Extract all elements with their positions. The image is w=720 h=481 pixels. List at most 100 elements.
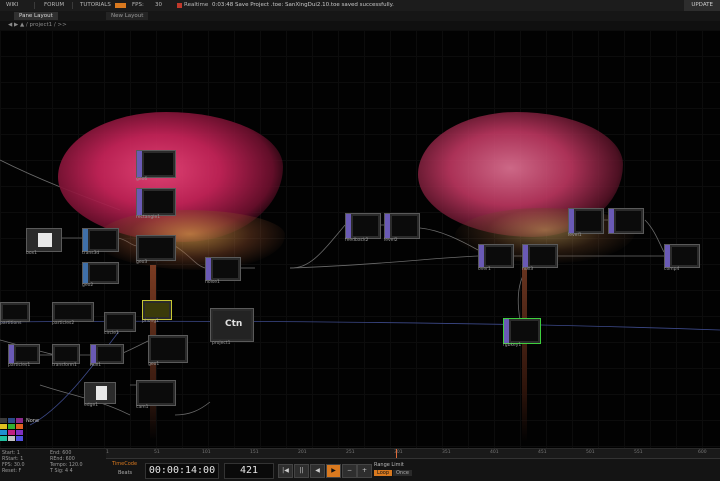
range-limit-label: Range Limit [374,462,404,468]
node-circle1[interactable] [104,312,136,332]
node-comp4[interactable] [608,208,644,234]
fps-value[interactable]: 30 [155,0,162,11]
node-label: trans3d [82,251,100,256]
node-null1[interactable] [90,344,124,364]
fps-label: FPS: [132,2,144,8]
node-label: null1 [90,363,102,368]
node-level1[interactable] [568,208,604,234]
node-label: level1 [568,233,582,238]
timeline-settings: Start: 1 End: 600 RStart: 1 REnd: 600 FP… [0,451,102,479]
once-button[interactable]: Once [393,470,412,476]
network-path[interactable]: ◀ ▶ ▲ / project1 / >> [8,21,67,30]
ruler-tick: 51 [154,450,160,455]
node-geo6[interactable] [136,150,176,178]
forum-link[interactable]: FORUM [44,0,64,11]
tab-pane-layout[interactable]: Pane Layout [14,12,58,20]
rose-stem-right [522,262,527,442]
ruler-tick: 1 [106,450,109,455]
rewind-button[interactable]: |◀ [278,464,293,478]
ruler-tick: 600 [698,450,707,455]
loop-button[interactable]: Loop [374,470,392,476]
node-label: level2 [384,238,398,243]
ruler-tick: 551 [634,450,643,455]
node-particles2[interactable] [52,302,94,322]
node-label: geo3 [136,260,148,265]
node-edge1[interactable] [84,382,116,404]
comp-title: Ctn [225,319,243,329]
tab-new-layout[interactable]: New Layout [106,12,149,20]
node-trans3d[interactable] [82,228,119,252]
node-label: box1 [26,251,37,256]
ruler-tick: 501 [586,450,595,455]
realtime-toggle[interactable] [177,3,182,8]
node-level2[interactable] [384,213,420,239]
node-phong1[interactable] [142,300,172,320]
node-label: edge1 [84,403,99,408]
timecode-display[interactable]: 00:00:14:00 [145,463,219,479]
node-geo2[interactable] [82,262,119,284]
node-partitions[interactable] [0,302,30,322]
step-plus-button[interactable]: + [357,464,372,478]
timeline-ruler[interactable]: 1 51 101 151 201 251 301 351 401 451 501… [106,449,720,459]
node-geo1[interactable] [148,335,188,363]
node-label: null3 [522,267,534,272]
pause-button[interactable]: || [294,464,309,478]
tsig-field[interactable]: T Sig: 4 4 [50,469,73,475]
update-button[interactable]: UPDATE [684,0,720,11]
node-rectangle1[interactable] [136,188,176,216]
ruler-tick: 201 [298,450,307,455]
tutorials-link[interactable]: TUTORIALS [80,0,111,11]
playhead[interactable] [396,449,397,458]
ruler-tick: 101 [202,450,211,455]
frame-field[interactable]: 421 [224,463,274,479]
divider [34,2,35,9]
step-minus-button[interactable]: − [342,464,357,478]
step-back-button[interactable]: ◀ [310,464,325,478]
node-project1[interactable]: Ctn [210,308,254,342]
node-box1[interactable] [26,228,62,252]
status-message: 0:03:48 Save Project .toe: SanXingDui2.1… [212,2,394,8]
reset-field[interactable]: Reset: F [2,469,21,475]
node-comp4-out[interactable] [664,244,700,268]
ruler-tick: 351 [442,450,451,455]
node-label: particles1 [8,363,31,368]
wiki-link[interactable]: WIKI [6,0,18,11]
timecode-mode-button[interactable]: TimeCode [112,461,137,467]
node-label: phong1 [142,319,160,324]
node-label: feedback2 [345,238,369,243]
network-editor[interactable]: geo6 rectangle1 geo3 box1 trans3d geo2 n… [0,30,720,448]
color-palette[interactable]: None [0,418,42,448]
node-label: particles2 [52,321,75,326]
palette-label: None [26,418,40,424]
node-rgbkey1[interactable] [503,318,541,344]
node-label: rgbkey1 [503,343,522,348]
node-transform1[interactable] [52,344,80,364]
node-label: rectangle1 [136,215,161,220]
beats-mode-button[interactable]: Beats [118,470,132,476]
timeline-bar: Start: 1 End: 600 RStart: 1 REnd: 600 FP… [0,448,720,481]
network-path-bar: ◀ ▶ ▲ / project1 / >> [0,21,720,30]
ruler-tick: 401 [490,450,499,455]
pane-tab-bar: Pane Layout New Layout [0,11,720,21]
realtime-label: Realtime [184,2,209,8]
node-geo3[interactable] [136,235,176,261]
node-label: noise1 [205,280,220,285]
node-label: geo6 [136,177,148,182]
node-particles1[interactable] [8,344,40,364]
node-cam1[interactable] [136,380,176,406]
node-label: geo1 [148,362,160,367]
node-label: partitions [0,321,22,326]
node-noise1[interactable] [205,257,241,281]
play-button[interactable]: ▶ [326,464,341,478]
node-null3[interactable] [522,244,558,268]
node-label: circle1 [104,331,119,336]
node-over1[interactable] [478,244,514,268]
ruler-tick: 251 [346,450,355,455]
palette-swatch[interactable] [115,3,126,8]
node-label: cam1 [136,405,149,410]
node-label: comp4 [664,267,680,272]
node-feedback2[interactable] [345,213,381,239]
node-label: over1 [478,267,491,272]
divider [72,2,73,9]
node-label: geo2 [82,283,94,288]
